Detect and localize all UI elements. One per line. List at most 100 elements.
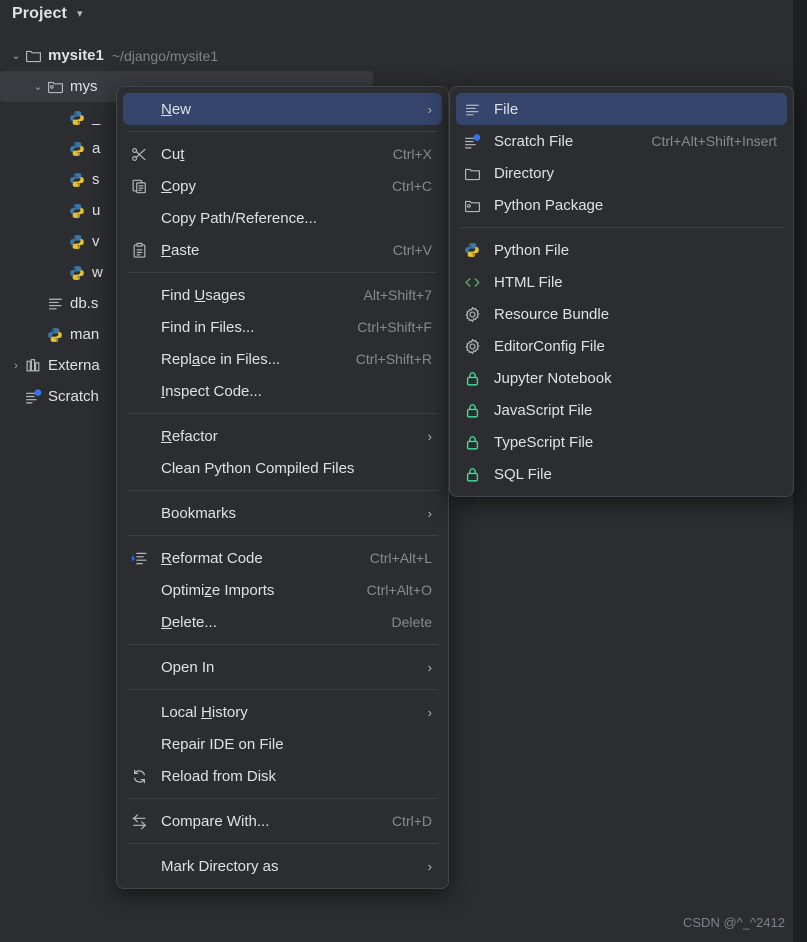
menu-item-repair-ide-on-file[interactable]: Repair IDE on File: [123, 728, 442, 760]
menu-item-label: TypeScript File: [494, 433, 594, 451]
compare-icon: [130, 812, 148, 830]
python-icon: [68, 109, 86, 127]
menu-item-replace-in-files[interactable]: Replace in Files... Ctrl+Shift+R: [123, 343, 442, 375]
menu-item-delete[interactable]: Delete... Delete: [123, 606, 442, 638]
tree-item-label: v: [92, 233, 100, 250]
menu-item-clean-python-compiled-files[interactable]: Clean Python Compiled Files: [123, 452, 442, 484]
lock-icon: [463, 369, 481, 387]
page-title: Project: [12, 5, 67, 22]
tree-item-label: db.s: [70, 295, 99, 312]
chevron-down-icon[interactable]: ⌄: [30, 80, 46, 93]
menu-item-reload-from-disk[interactable]: Reload from Disk: [123, 760, 442, 792]
menu-item-inspect-code[interactable]: Inspect Code...: [123, 375, 442, 407]
menu-item-open-in[interactable]: Open In ›: [123, 651, 442, 683]
menu-item-typescript-file[interactable]: TypeScript File: [456, 426, 787, 458]
menu-separator: [127, 272, 438, 273]
menu-item-copy-path-reference[interactable]: Copy Path/Reference...: [123, 202, 442, 234]
menu-item-label: Inspect Code...: [161, 382, 262, 400]
menu-item-new[interactable]: New ›: [123, 93, 442, 125]
tree-row[interactable]: ⌄ mysite1 ~/django/mysite1: [0, 40, 793, 71]
menu-item-jupyter-notebook[interactable]: Jupyter Notebook: [456, 362, 787, 394]
chevron-down-icon[interactable]: ▾: [77, 8, 83, 20]
tree-item-label: _: [92, 109, 101, 126]
reload-icon: [130, 767, 148, 785]
lock-icon: [464, 401, 486, 419]
project-tool-window-header[interactable]: Project ▾: [0, 0, 793, 28]
menu-item-find-in-files[interactable]: Find in Files... Ctrl+Shift+F: [123, 311, 442, 343]
menu-item-file[interactable]: File: [456, 93, 787, 125]
menu-item-resource-bundle[interactable]: Resource Bundle: [456, 298, 787, 330]
menu-item-label: SQL File: [494, 465, 552, 483]
menu-item-label: Python Package: [494, 196, 604, 214]
lock-icon: [463, 401, 481, 419]
python-icon: [463, 241, 481, 259]
tree-item-path: ~/django/mysite1: [111, 47, 219, 64]
scratch-icon: [464, 132, 486, 150]
tree-item-label: mys: [70, 78, 98, 95]
menu-item-shortcut: Delete: [391, 614, 432, 630]
menu-item-label: JavaScript File: [494, 401, 593, 419]
menu-item-compare-with[interactable]: Compare With... Ctrl+D: [123, 805, 442, 837]
library-icon: [24, 357, 42, 375]
menu-item-shortcut: Ctrl+Alt+Shift+Insert: [651, 133, 777, 149]
menu-item-refactor[interactable]: Refactor ›: [123, 420, 442, 452]
menu-item-find-usages[interactable]: Find Usages Alt+Shift+7: [123, 279, 442, 311]
menu-item-scratch-file[interactable]: Scratch File Ctrl+Alt+Shift+Insert: [456, 125, 787, 157]
lock-icon: [464, 465, 486, 483]
python-icon: [464, 241, 486, 259]
python-icon: [68, 171, 86, 189]
menu-item-shortcut: Ctrl+Alt+O: [366, 582, 432, 598]
chevron-down-icon[interactable]: ⌄: [8, 49, 24, 62]
tree-item-label: man: [70, 326, 100, 343]
menu-item-shortcut: Ctrl+X: [392, 146, 432, 162]
menu-item-python-file[interactable]: Python File: [456, 234, 787, 266]
tree-item-label: Scratch: [48, 388, 99, 405]
menu-separator: [127, 644, 438, 645]
menu-item-python-package[interactable]: Python Package: [456, 189, 787, 221]
lock-icon: [463, 433, 481, 451]
menu-separator: [127, 131, 438, 132]
menu-item-bookmarks[interactable]: Bookmarks ›: [123, 497, 442, 529]
menu-item-label: Optimize Imports: [161, 581, 275, 599]
new-submenu[interactable]: File Scratch File Ctrl+Alt+Shift+Insert Dir…: [449, 86, 794, 497]
menu-separator: [127, 798, 438, 799]
chevron-right-icon[interactable]: ›: [8, 360, 24, 372]
menu-item-optimize-imports[interactable]: Optimize Imports Ctrl+Alt+O: [123, 574, 442, 606]
scratch-icon: [24, 388, 42, 406]
menu-separator: [127, 535, 438, 536]
menu-item-label: Copy: [161, 177, 197, 195]
python-icon: [46, 326, 64, 344]
tree-item-label: mysite1: [48, 47, 104, 64]
lock-icon: [464, 369, 486, 387]
menu-item-label: Directory: [494, 164, 555, 182]
menu-item-label: Resource Bundle: [494, 305, 610, 323]
menu-item-javascript-file[interactable]: JavaScript File: [456, 394, 787, 426]
menu-item-label: HTML File: [494, 273, 563, 291]
menu-item-sql-file[interactable]: SQL File: [456, 458, 787, 490]
chevron-right-icon: ›: [427, 858, 432, 874]
menu-item-copy[interactable]: Copy Ctrl+C: [123, 170, 442, 202]
menu-item-mark-directory-as[interactable]: Mark Directory as ›: [123, 850, 442, 882]
menu-item-label: Mark Directory as: [161, 857, 279, 875]
menu-item-label: Paste: [161, 241, 200, 259]
lock-icon: [464, 433, 486, 451]
menu-item-label: Find in Files...: [161, 318, 255, 336]
menu-item-local-history[interactable]: Local History ›: [123, 696, 442, 728]
menu-item-cut[interactable]: Cut Ctrl+X: [123, 138, 442, 170]
copy-icon: [131, 177, 153, 195]
lock-icon: [463, 465, 481, 483]
chevron-right-icon: ›: [427, 659, 432, 675]
menu-item-shortcut: Ctrl+D: [391, 813, 432, 829]
scissors-icon: [130, 145, 148, 163]
file-lines-icon: [463, 100, 481, 118]
menu-item-reformat-code[interactable]: Reformat Code Ctrl+Alt+L: [123, 542, 442, 574]
menu-item-editorconfig-file[interactable]: EditorConfig File: [456, 330, 787, 362]
python-icon: [68, 140, 86, 158]
chevron-right-icon: ›: [427, 505, 432, 521]
menu-item-shortcut: Ctrl+C: [391, 178, 432, 194]
context-menu[interactable]: New › Cut Ctrl+X Copy Ctrl+C Copy Path/Referen…: [116, 86, 449, 889]
menu-item-directory[interactable]: Directory: [456, 157, 787, 189]
menu-item-label: EditorConfig File: [494, 337, 605, 355]
menu-item-paste[interactable]: Paste Ctrl+V: [123, 234, 442, 266]
menu-item-html-file[interactable]: HTML File: [456, 266, 787, 298]
